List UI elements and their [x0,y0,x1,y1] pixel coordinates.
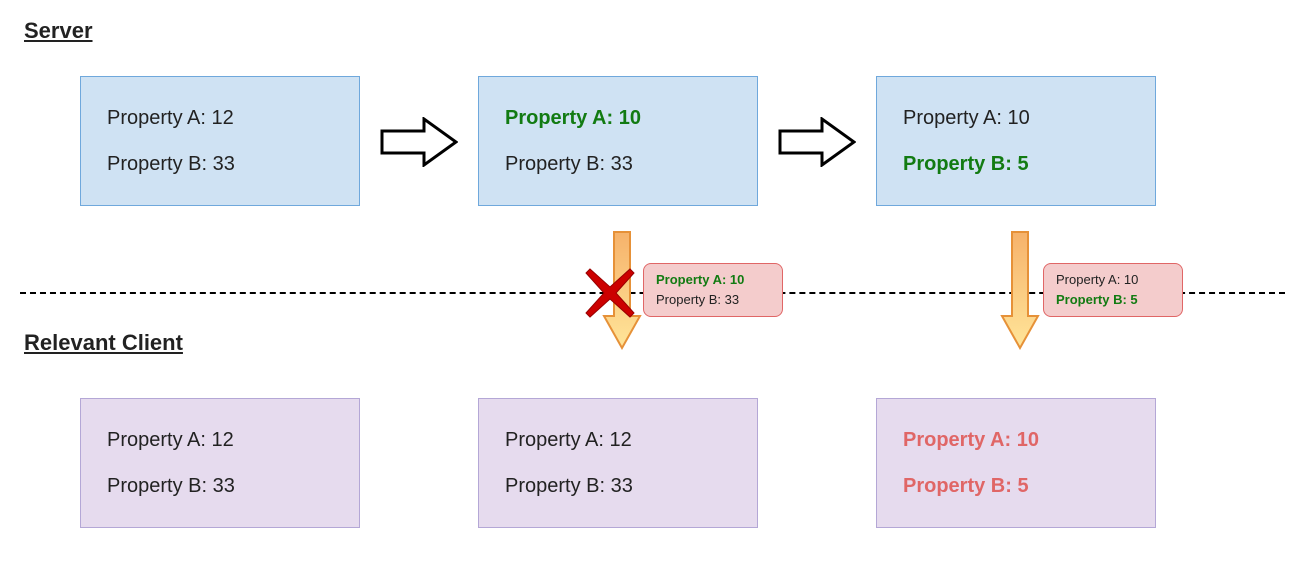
client-state-2: Property A: 12 Property B: 33 [478,398,758,528]
server3-propB: Property B: 5 [903,153,1135,175]
client1-propA: Property A: 12 [107,429,339,451]
client3-propB: Property B: 5 [903,475,1135,497]
message-success: Property A: 10 Property B: 5 [1043,263,1183,317]
client2-propA: Property A: 12 [505,429,737,451]
msg1-propB: Property B: 33 [656,290,770,310]
arrow-down-success [1000,230,1040,350]
message-blocked: Property A: 10 Property B: 33 [643,263,783,317]
server1-propB: Property B: 33 [107,153,339,175]
client1-propB: Property B: 33 [107,475,339,497]
msg2-propA: Property A: 10 [1056,270,1170,290]
diagram-canvas: Server Relevant Client Property A: 12 Pr… [0,0,1305,575]
server-state-3: Property A: 10 Property B: 5 [876,76,1156,206]
server2-propA: Property A: 10 [505,107,737,129]
msg2-propB: Property B: 5 [1056,290,1170,310]
server2-propB: Property B: 33 [505,153,737,175]
client3-propA: Property A: 10 [903,429,1135,451]
heading-server: Server [24,18,93,44]
server1-propA: Property A: 12 [107,107,339,129]
client2-propB: Property B: 33 [505,475,737,497]
msg1-propA: Property A: 10 [656,270,770,290]
arrow-right-2 [778,117,856,167]
arrow-right-1 [380,117,458,167]
heading-client: Relevant Client [24,330,183,356]
server3-propA: Property A: 10 [903,107,1135,129]
blocked-x-icon [584,267,636,319]
client-state-1: Property A: 12 Property B: 33 [80,398,360,528]
server-state-2: Property A: 10 Property B: 33 [478,76,758,206]
server-state-1: Property A: 12 Property B: 33 [80,76,360,206]
client-state-3: Property A: 10 Property B: 5 [876,398,1156,528]
